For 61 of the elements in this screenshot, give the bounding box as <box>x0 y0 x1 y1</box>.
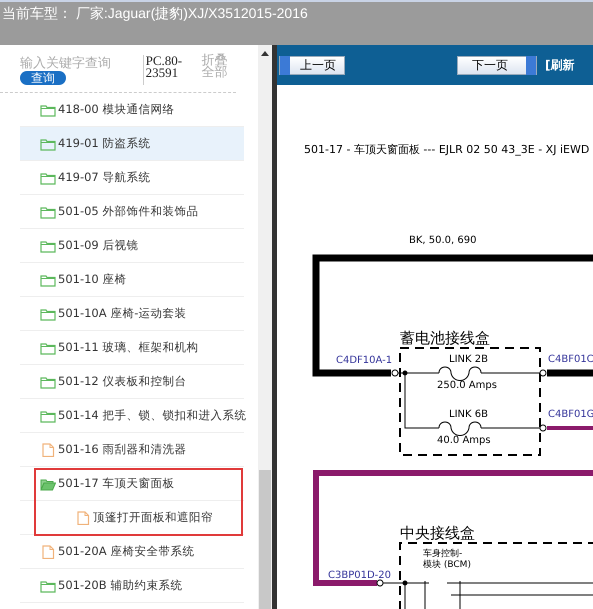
junction-box-label: 蓄电池接线盒 <box>400 329 490 347</box>
connector-label: C4BF01C <box>548 354 593 365</box>
folder-icon <box>40 170 56 184</box>
fuse-label: LINK 2B <box>449 354 488 365</box>
connector-pin <box>376 580 384 586</box>
next-page-button[interactable]: 下一页 <box>457 56 537 74</box>
fuse-rating: 250.0 Amps <box>437 380 497 391</box>
open-folder-icon <box>40 476 56 490</box>
document-icon <box>40 544 56 558</box>
folder-icon <box>40 238 56 252</box>
splice-dot <box>402 370 408 376</box>
tree-item[interactable]: 419-07 导航系统 <box>20 161 244 195</box>
tree-item[interactable]: 501-10 座椅 <box>20 263 244 297</box>
scroll-thumb[interactable] <box>259 470 271 609</box>
refresh-link[interactable]: [刷新 <box>545 56 574 74</box>
document-icon <box>40 442 56 456</box>
junction-box-label: 中央接线盒 <box>400 524 475 542</box>
tree-item[interactable]: 501-20A 座椅安全带系统 <box>20 535 244 569</box>
document-icon <box>75 510 91 524</box>
folder-icon <box>40 408 56 422</box>
connector-label: C3BP01D-20 <box>328 570 391 581</box>
connector-pin <box>392 370 398 376</box>
connector-pin <box>540 424 546 432</box>
fuse-label: LINK 6B <box>449 409 488 420</box>
tree-item[interactable]: 501-05 外部饰件和装饰品 <box>20 195 244 229</box>
folder-icon <box>40 306 56 320</box>
fuse-symbol <box>438 422 482 436</box>
fuse-rating: 40.0 Amps <box>437 435 491 446</box>
module-label: 车身控制- <box>423 549 462 559</box>
wire <box>547 426 593 430</box>
folder-icon <box>40 102 56 116</box>
search-field[interactable]: 输入关键字查询 <box>20 55 140 71</box>
splice-dot <box>402 580 408 586</box>
tree-item[interactable]: 501-12 仪表板和控制台 <box>20 365 244 399</box>
tree-item[interactable]: 501-14 把手、锁、锁扣和进入系统 <box>20 399 244 433</box>
folder-icon <box>40 204 56 218</box>
folder-icon <box>40 272 56 286</box>
scroll-up-icon[interactable] <box>261 51 269 56</box>
diagram-title: 501-17 - 车顶天窗面板 --- EJLR 02 50 43_3E - XJ iEWD <box>304 143 590 156</box>
tree-item[interactable]: 501-16 雨刮器和清洗器 <box>20 433 244 467</box>
search-button[interactable]: 查询 <box>20 71 66 85</box>
scrollbar[interactable] <box>258 45 272 609</box>
connector-pin <box>540 370 546 376</box>
document-code: PC.80-23591 <box>142 55 194 85</box>
tree-item[interactable]: 501-20B 辅助约束系统 <box>20 569 244 603</box>
tree-item[interactable]: 501-11 玻璃、框架和机构 <box>20 331 244 365</box>
vehicle-title: 当前车型： 厂家:Jaguar(捷豹)XJ/X3512015-2016 <box>1 4 308 23</box>
tree-item[interactable]: 419-01 防盗系统 <box>20 127 244 161</box>
folder-icon <box>40 136 56 150</box>
wire-label: BK, 50.0, 690 <box>409 235 476 246</box>
module-label: 模块 (BCM) <box>423 560 471 570</box>
previous-page-button[interactable]: 上一页 <box>279 56 345 74</box>
tree-item[interactable]: 501-09 后视镜 <box>20 229 244 263</box>
connector-label: C4DF10A-1 <box>336 355 392 366</box>
tree-item[interactable]: 顶篷打开面板和遮阳帘 <box>20 501 244 535</box>
folder-icon <box>40 374 56 388</box>
tree-item[interactable]: 501-17 车顶天窗面板 <box>20 467 244 501</box>
folder-icon <box>40 578 56 592</box>
folder-icon <box>40 340 56 354</box>
tree-item[interactable]: 501-10A 座椅-运动套装 <box>20 297 244 331</box>
fuse-symbol <box>438 366 482 381</box>
